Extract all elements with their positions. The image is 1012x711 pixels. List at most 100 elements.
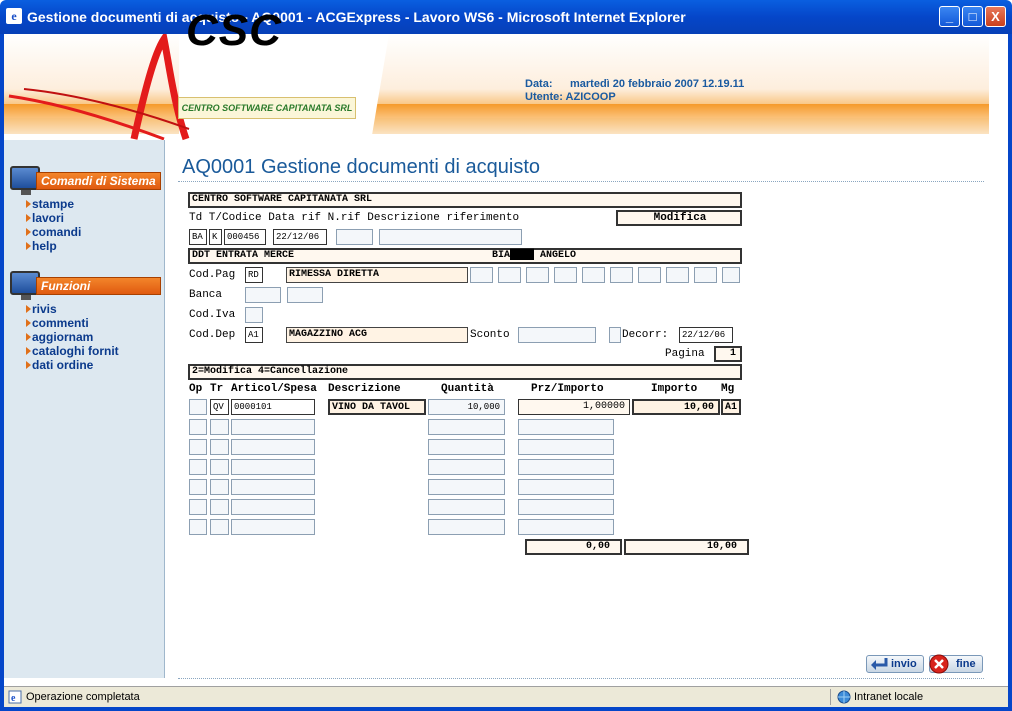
pag-extra-field-1[interactable] (470, 267, 493, 283)
row-op-field[interactable] (189, 459, 207, 475)
funzioni-menu: rivis commenti aggiornam cataloghi forni… (26, 302, 119, 372)
row-quantita-field[interactable] (428, 519, 505, 535)
fine-button[interactable]: fine (929, 654, 983, 674)
menu-item-rivis[interactable]: rivis (26, 302, 119, 316)
row-tr-field[interactable]: QV (210, 399, 229, 415)
row-op-field[interactable] (189, 439, 207, 455)
row-quantita-field[interactable]: 10,000 (428, 399, 505, 415)
row-prezzo-field[interactable] (518, 459, 614, 475)
document-type-line: DDT ENTRATA MERCE BIA████ ANGELO (188, 248, 742, 264)
total-amount: 10,00 (624, 539, 749, 555)
pag-extra-field-6[interactable] (610, 267, 633, 283)
utente-value: AZICOOP (565, 91, 616, 103)
n-rif-field[interactable] (336, 229, 373, 245)
csc-logo-swoosh (8, 34, 190, 141)
menu-item-dati-ordine[interactable]: dati ordine (26, 358, 119, 372)
minimize-button[interactable]: _ (939, 6, 960, 27)
row-prezzo-field[interactable] (518, 519, 614, 535)
data-rif-field[interactable]: 22/12/06 (273, 229, 327, 245)
pag-extra-field-3[interactable] (526, 267, 549, 283)
row-prezzo-field[interactable] (518, 499, 614, 515)
pagina-value: 1 (714, 346, 742, 362)
row-op-field[interactable] (189, 399, 207, 415)
maximize-button[interactable]: □ (962, 6, 983, 27)
col-descrizione: Descrizione (328, 383, 401, 395)
row-articolo-field[interactable] (231, 499, 315, 515)
menu-item-help[interactable]: help (26, 239, 81, 253)
descrizione-riferimento-field[interactable] (379, 229, 522, 245)
close-circle-icon (929, 654, 949, 674)
row-articolo-field[interactable] (231, 519, 315, 535)
col-quantita: Quantità (441, 383, 494, 395)
sconto-field[interactable] (518, 327, 596, 343)
pag-extra-field-9[interactable] (694, 267, 717, 283)
pag-extra-field-10[interactable] (722, 267, 740, 283)
data-value: martedì 20 febbraio 2007 12.19.11 (570, 78, 745, 90)
banca-abi-field[interactable] (245, 287, 281, 303)
col-op: Op (189, 383, 203, 395)
cod-dep-field[interactable]: A1 (245, 327, 263, 343)
decorr-checkbox[interactable] (609, 327, 621, 343)
intranet-globe-icon (837, 690, 851, 704)
row-prezzo-field[interactable] (518, 479, 614, 495)
pag-extra-field-7[interactable] (638, 267, 661, 283)
col-tr: Tr (210, 383, 224, 395)
row-quantita-field[interactable] (428, 499, 505, 515)
menu-item-comandi[interactable]: comandi (26, 225, 81, 239)
pag-extra-field-5[interactable] (582, 267, 605, 283)
row-articolo-field[interactable] (231, 419, 315, 435)
codice-field[interactable]: 000456 (224, 229, 266, 245)
data-label: Data: (525, 78, 553, 90)
header-field-labels: Td T/Codice Data rif N.rif Descrizione r… (189, 212, 520, 224)
td-field[interactable]: BA (189, 229, 207, 245)
row-op-field[interactable] (189, 519, 207, 535)
menu-item-lavori[interactable]: lavori (26, 211, 81, 225)
pag-extra-field-8[interactable] (666, 267, 689, 283)
row-tr-field[interactable] (210, 459, 229, 475)
row-quantita-field[interactable] (428, 439, 505, 455)
logo-text: CSC (186, 6, 282, 55)
row-op-field[interactable] (189, 499, 207, 515)
pag-extra-field-4[interactable] (554, 267, 577, 283)
row-tr-field[interactable] (210, 499, 229, 515)
footer-divider (178, 678, 984, 679)
row-op-field[interactable] (189, 479, 207, 495)
banca-cab-field[interactable] (287, 287, 323, 303)
row-prezzo-field[interactable] (518, 439, 614, 455)
row-articolo-field[interactable] (231, 479, 315, 495)
row-articolo-field[interactable] (231, 459, 315, 475)
close-button[interactable]: X (985, 6, 1006, 27)
row-tr-field[interactable] (210, 479, 229, 495)
row-quantita-field[interactable] (428, 459, 505, 475)
row-articolo-field[interactable] (231, 439, 315, 455)
invio-button[interactable]: invio (866, 655, 924, 673)
row-prezzo-field[interactable] (518, 419, 614, 435)
supplier-name: BIA████ ANGELO (492, 250, 577, 261)
menu-item-commenti[interactable]: commenti (26, 316, 119, 330)
decorr-field[interactable]: 22/12/06 (679, 327, 733, 343)
t-field[interactable]: K (209, 229, 222, 245)
status-separator (830, 689, 831, 705)
col-mg: Mg (721, 383, 735, 395)
cod-pag-field[interactable]: RD (245, 267, 263, 283)
title-divider (178, 181, 984, 182)
menu-item-cataloghi-fornit[interactable]: cataloghi fornit (26, 344, 119, 358)
row-prezzo-field[interactable]: 1,00000 (518, 399, 630, 415)
row-op-field[interactable] (189, 419, 207, 435)
row-tr-field[interactable] (210, 419, 229, 435)
cod-iva-field[interactable] (245, 307, 263, 323)
sidebar: Comandi di Sistema stampe lavori comandi… (4, 140, 165, 678)
options-legend: 2=Modifica 4=Cancellazione (188, 364, 742, 380)
pag-extra-field-2[interactable] (498, 267, 521, 283)
row-articolo-field[interactable]: 0000101 (231, 399, 315, 415)
row-tr-field[interactable] (210, 519, 229, 535)
menu-item-stampe[interactable]: stampe (26, 197, 81, 211)
svg-text:e: e (11, 693, 16, 704)
row-tr-field[interactable] (210, 439, 229, 455)
sistema-title: Comandi di Sistema (36, 172, 161, 190)
row-quantita-field[interactable] (428, 419, 505, 435)
menu-item-aggiornam[interactable]: aggiornam (26, 330, 119, 344)
banca-label: Banca (189, 289, 223, 301)
status-message: Operazione completata (26, 691, 140, 703)
row-quantita-field[interactable] (428, 479, 505, 495)
